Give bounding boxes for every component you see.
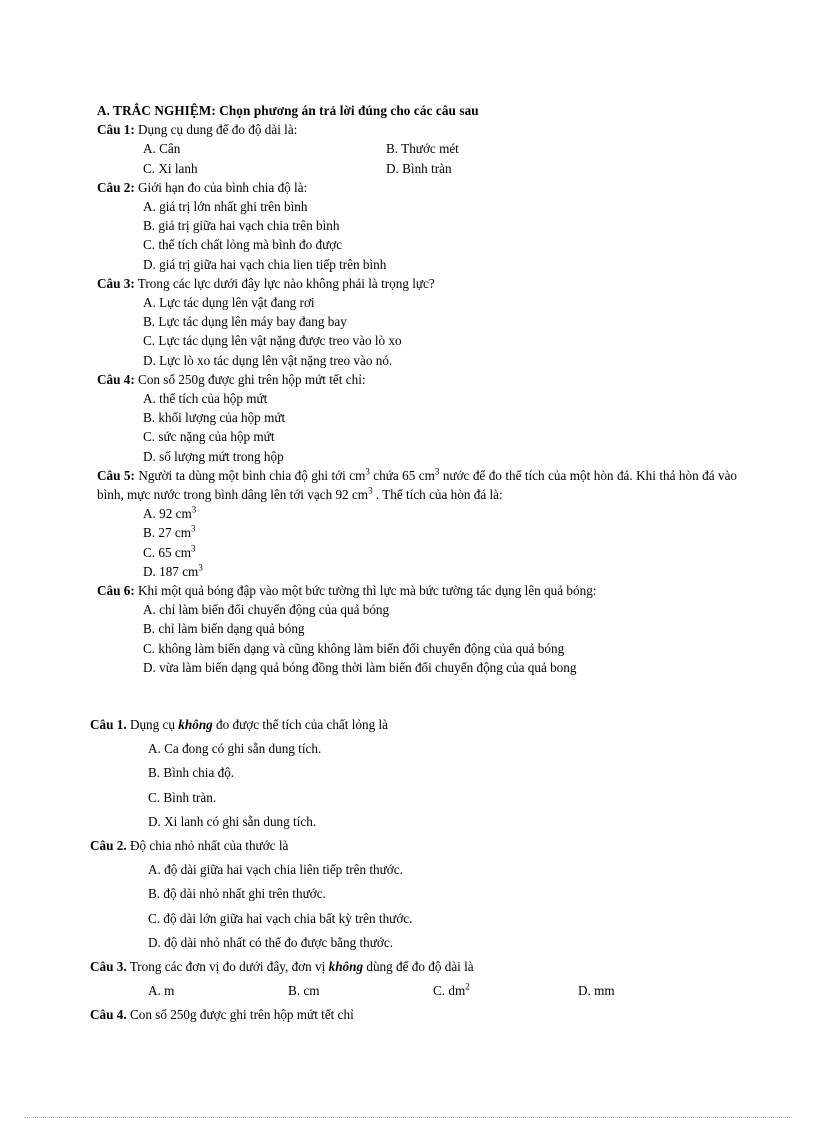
question-stem-emphasis: không bbox=[178, 717, 213, 732]
option-item: A. độ dài giữa hai vạch chia liên tiếp t… bbox=[148, 862, 403, 878]
question-line: Câu 6: Khi một quả bóng đập vào một bức … bbox=[97, 581, 737, 600]
question-stem-part: đo được thể tích của chất lỏng là bbox=[212, 717, 388, 732]
part-one-block: A. TRẮC NGHIỆM: Chọn phương án trả lời đ… bbox=[97, 101, 737, 677]
question-line: Câu 1. Dụng cụ không đo được thể tích củ… bbox=[90, 713, 740, 737]
question-stem-part: dùng để đo độ dài là bbox=[363, 959, 474, 975]
question-line: Câu 4: Con số 250g được ghi trên hộp mứt… bbox=[97, 370, 737, 389]
option-item: D. mm bbox=[578, 979, 615, 1003]
question-line: Câu 2: Giới hạn đo của bình chia độ là: bbox=[97, 178, 737, 197]
superscript: 2 bbox=[465, 981, 470, 992]
option-row: A. m B. cm C. dm2 D. mm bbox=[90, 979, 740, 1003]
question-stem: Khi một quả bóng đập vào một bức tường t… bbox=[138, 583, 597, 599]
document-page: A. TRẮC NGHIỆM: Chọn phương án trả lời đ… bbox=[0, 0, 816, 1123]
question-label: Câu 4: bbox=[97, 371, 135, 387]
option-item: C. 65 cm3 bbox=[143, 543, 737, 562]
option-item: C. Bình tràn. bbox=[148, 789, 217, 805]
option-item: B. giá trị giữa hai vạch chia trên bình bbox=[143, 218, 340, 234]
option-item: A. giá trị lớn nhất ghi trên bình bbox=[143, 198, 308, 214]
option-item: A. Lực tác dụng lên vật đang rơi bbox=[143, 295, 315, 310]
question-stem-part: Người ta dùng một bình chia độ ghi tới c… bbox=[138, 467, 366, 483]
question-stem: Giới hạn đo của bình chia độ là: bbox=[138, 179, 308, 195]
option-text: D. 187 cm bbox=[143, 563, 199, 579]
question-stem-part: Trong các đơn vị đo dưới đây, đơn vị bbox=[129, 959, 329, 975]
option-item: D. giá trị giữa hai vạch chia lien tiếp … bbox=[143, 256, 387, 272]
question-line: Câu 3. Trong các đơn vị đo dưới đây, đơn… bbox=[90, 955, 740, 979]
question-stem: Con số 250g được ghi trên hộp mứt tết ch… bbox=[129, 1007, 354, 1023]
question-stem-part: Dụng cụ bbox=[129, 717, 179, 732]
option-item: C. Lực tác dụng lên vật nặng được treo v… bbox=[143, 333, 402, 349]
option-item: B. Lực tác dụng lên máy bay đang bay bbox=[143, 314, 347, 330]
question-line: Câu 2. Độ chia nhỏ nhất của thước là bbox=[90, 834, 740, 858]
question-label: Câu 4. bbox=[90, 1007, 127, 1023]
option-item: C. sức nặng của hộp mứt bbox=[143, 429, 275, 445]
option-text: A. 92 cm bbox=[143, 506, 192, 522]
option-item: C. không làm biến dạng và cũng không làm… bbox=[143, 640, 565, 656]
option-item: D. 187 cm3 bbox=[143, 562, 737, 581]
option-item: A. chỉ làm biến đổi chuyển động của quả … bbox=[143, 602, 390, 618]
option-item: C. thể tích chất lỏng mà bình đo được bbox=[143, 237, 343, 253]
option-item: C. dm2 bbox=[433, 979, 470, 1003]
option-text: A. m bbox=[148, 983, 175, 999]
option-item: B. Thước mét bbox=[386, 141, 459, 157]
option-item: D. số lượng mứt trong hộp bbox=[143, 448, 284, 464]
superscript: 3 bbox=[198, 562, 203, 573]
option-text: B. cm bbox=[288, 983, 320, 999]
question-stem-part: chứa 65 cm bbox=[369, 467, 435, 483]
option-item: B. khối lượng của hộp mứt bbox=[143, 410, 286, 426]
superscript: 3 bbox=[191, 504, 197, 515]
option-text: C. dm bbox=[433, 983, 466, 999]
option-text: D. mm bbox=[578, 983, 615, 999]
question-label: Câu 2. bbox=[90, 838, 127, 854]
question-label: Câu 5: bbox=[97, 467, 135, 483]
option-item: C. Xi lanh bbox=[143, 160, 198, 176]
question-label: Câu 3. bbox=[90, 959, 127, 975]
question-line: Câu 4. Con số 250g được ghi trên hộp mứt… bbox=[90, 1003, 740, 1027]
option-item: B. Bình chia độ. bbox=[148, 765, 235, 781]
option-item: D. vừa làm biến dạng quả bóng đồng thời … bbox=[143, 659, 577, 675]
option-row: C. Xi lanh D. Bình tràn bbox=[97, 159, 737, 178]
question-stem: Con số 250g được ghi trên hộp mứt tết ch… bbox=[138, 371, 366, 387]
question-label: Câu 3: bbox=[97, 275, 135, 291]
option-item: A. m bbox=[148, 979, 174, 1003]
question-stem-part: . Thể tích của hòn đá là: bbox=[372, 487, 503, 503]
question-label: Câu 2: bbox=[97, 179, 135, 195]
option-item: D. Xi lanh có ghi sẵn dung tích. bbox=[148, 813, 317, 829]
superscript: 3 bbox=[191, 524, 196, 535]
question-label: Câu 1: bbox=[97, 122, 135, 138]
section-heading: A. TRẮC NGHIỆM: Chọn phương án trả lời đ… bbox=[97, 103, 479, 118]
option-item: A. 92 cm3 bbox=[143, 504, 737, 523]
part-two-block: Câu 1. Dụng cụ không đo được thể tích củ… bbox=[90, 713, 740, 1028]
option-item: A. Cân bbox=[143, 141, 181, 157]
question-label: Câu 1. bbox=[90, 717, 127, 732]
option-item: D. Lực lò xo tác dụng lên vật nặng treo … bbox=[143, 352, 393, 368]
question-stem: Trong các lực dưới đây lực nào không phả… bbox=[137, 275, 435, 291]
footer-divider bbox=[24, 1117, 792, 1118]
option-item: D. độ dài nhỏ nhất có thể đo được bằng t… bbox=[148, 934, 394, 950]
question-label: Câu 6: bbox=[97, 583, 135, 599]
option-item: C. độ dài lớn giữa hai vạch chia bất kỳ … bbox=[148, 910, 413, 926]
option-row: A. Cân B. Thước mét bbox=[97, 139, 737, 158]
option-item: A. thể tích của hộp mứt bbox=[143, 391, 268, 407]
option-text: C. 65 cm bbox=[143, 544, 191, 560]
option-item: B. chỉ làm biến dạng quả bóng bbox=[143, 621, 305, 637]
option-item: B. cm bbox=[288, 979, 320, 1003]
question-stem-emphasis: không bbox=[328, 959, 364, 975]
question-stem: Độ chia nhỏ nhất của thước là bbox=[129, 838, 289, 854]
question-paragraph: Câu 5: Người ta dùng một bình chia độ gh… bbox=[97, 466, 737, 504]
question-line: Câu 1: Dụng cụ dung để đo độ dài là: bbox=[97, 120, 737, 139]
option-item: B. độ dài nhỏ nhất ghi trên thước. bbox=[148, 886, 326, 902]
option-text: B. 27 cm bbox=[143, 525, 191, 541]
superscript: 3 bbox=[191, 543, 196, 554]
option-item: B. 27 cm3 bbox=[143, 523, 737, 542]
question-line: Câu 3: Trong các lực dưới đây lực nào kh… bbox=[97, 274, 737, 293]
option-item: D. Bình tràn bbox=[386, 160, 452, 176]
option-item: A. Ca đong có ghi sẵn dung tích. bbox=[148, 741, 322, 757]
question-stem: Dụng cụ dung để đo độ dài là: bbox=[138, 122, 298, 138]
